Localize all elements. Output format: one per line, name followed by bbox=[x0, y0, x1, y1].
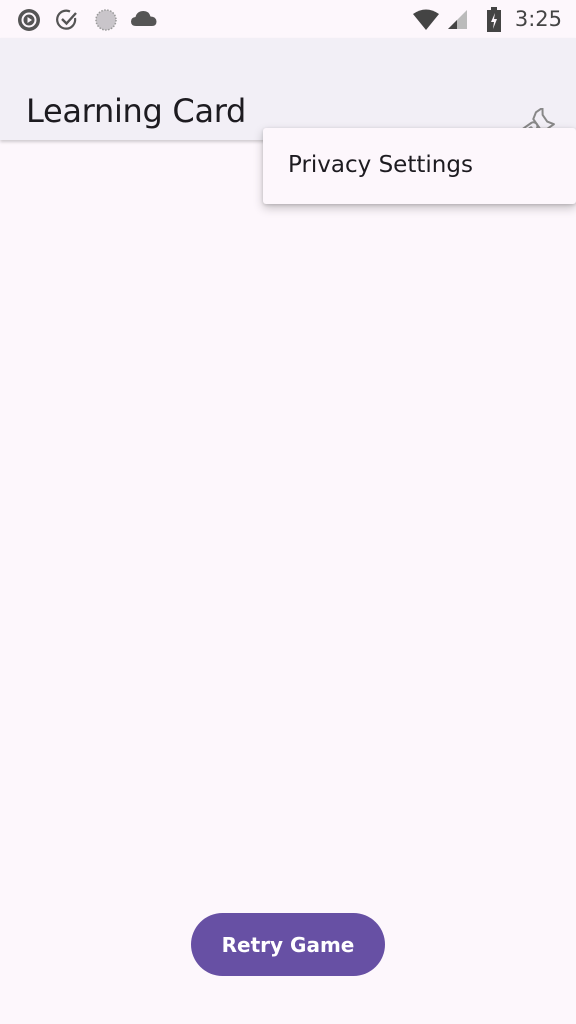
status-time: 3:25 bbox=[514, 7, 562, 31]
cloud-icon bbox=[131, 11, 157, 26]
overflow-menu: Privacy Settings bbox=[263, 128, 576, 204]
cell-signal-icon bbox=[448, 10, 467, 29]
wifi-icon bbox=[413, 9, 439, 30]
sync-icon bbox=[95, 9, 117, 31]
status-bar: 3:25 bbox=[0, 0, 576, 38]
app-title: Learning Card bbox=[26, 92, 247, 131]
app-bar: Learning Card bbox=[0, 38, 576, 144]
menu-item-privacy-settings[interactable]: Privacy Settings bbox=[288, 152, 473, 178]
check-circle-icon bbox=[56, 9, 77, 30]
media-play-icon bbox=[18, 9, 40, 31]
battery-charging-icon bbox=[487, 7, 501, 32]
retry-game-button[interactable]: Retry Game bbox=[191, 913, 385, 976]
